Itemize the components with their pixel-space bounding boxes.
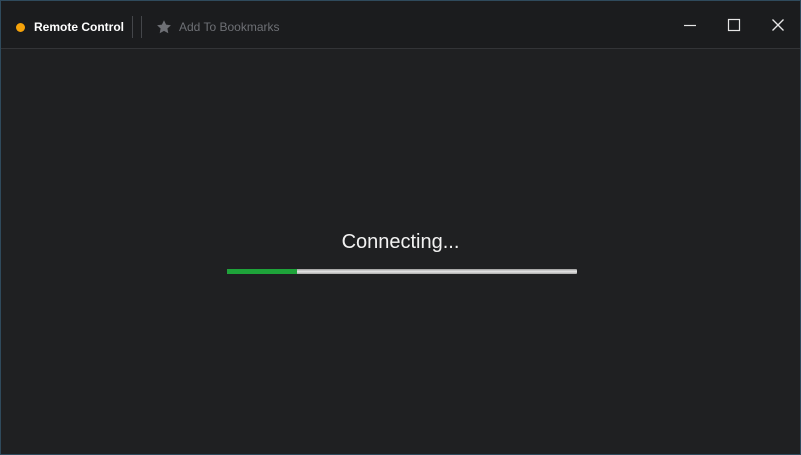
title-separator [141, 16, 142, 38]
connection-progress-bar [227, 269, 577, 274]
maximize-icon [727, 18, 741, 32]
star-icon [157, 20, 171, 34]
connecting-status-text: Connecting... [341, 231, 460, 253]
title-separator [132, 16, 133, 38]
remote-control-window: Remote Control Add To Bookmarks Connecti… [0, 0, 801, 455]
minimize-icon [684, 24, 696, 27]
minimize-button[interactable] [675, 10, 705, 40]
bookmark-label: Add To Bookmarks [179, 20, 280, 34]
status-indicator-dot [16, 23, 25, 32]
connection-panel: Connecting... [1, 49, 800, 454]
maximize-button[interactable] [719, 10, 749, 40]
connection-progress-fill [227, 269, 297, 274]
title-bar[interactable]: Remote Control Add To Bookmarks [1, 1, 800, 49]
app-title: Remote Control [34, 20, 124, 34]
close-icon [772, 19, 784, 31]
add-to-bookmarks-button[interactable]: Add To Bookmarks [156, 17, 280, 37]
close-button[interactable] [763, 10, 793, 40]
